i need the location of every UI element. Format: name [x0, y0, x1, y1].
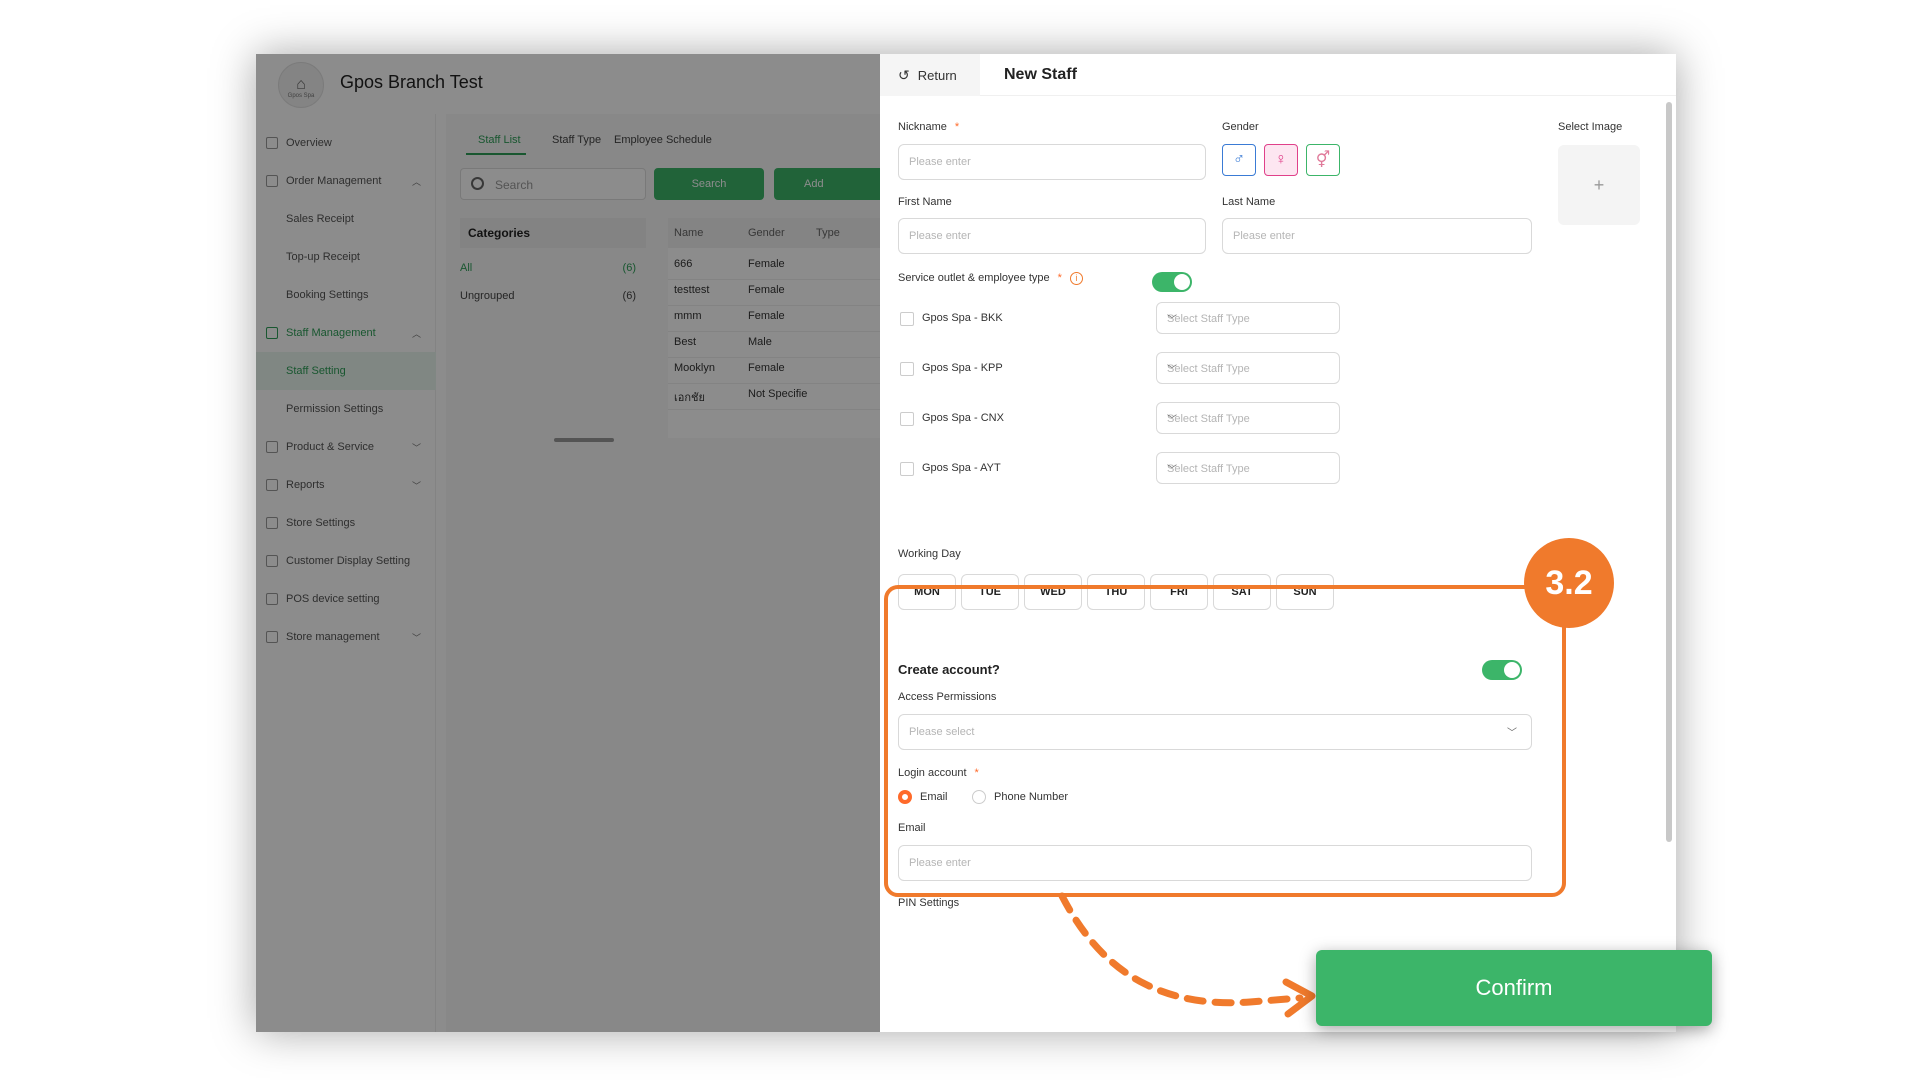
gender-label: Gender [1222, 121, 1259, 133]
first-name-input[interactable]: Please enter [898, 218, 1206, 254]
last-name-input[interactable]: Please enter [1222, 218, 1532, 254]
drawer-scrollbar[interactable] [1666, 102, 1672, 842]
staff-type-select-cnx[interactable]: Select Staff Type ﹀ [1156, 402, 1340, 434]
outlet-row-ayt: Gpos Spa - AYT Select Staff Type ﹀ [900, 452, 1340, 484]
required-mark: * [954, 121, 960, 133]
tutorial-stage: ⌂ Gpos Spa Gpos Branch Test Overview Ord… [0, 0, 1920, 1080]
staff-list-page: ⌂ Gpos Spa Gpos Branch Test Overview Ord… [256, 54, 880, 1032]
nickname-label: Nickname * [898, 121, 960, 133]
step-highlight-frame [884, 585, 1566, 897]
gender-neutral-icon: ⚥ [1315, 152, 1331, 169]
nickname-input[interactable]: Please enter [898, 144, 1206, 180]
outlet-row-cnx: Gpos Spa - CNX Select Staff Type ﹀ [900, 402, 1340, 434]
not-specified-gender-button[interactable]: ⚥ [1306, 144, 1340, 176]
outlet-row-bkk: Gpos Spa - BKK Select Staff Type ﹀ [900, 302, 1340, 334]
outlet-checkbox-bkk[interactable] [900, 312, 914, 326]
select-image-upload[interactable]: + [1558, 145, 1640, 225]
drawer-header: ↺ Return New Staff [880, 54, 1676, 96]
outlet-checkbox-cnx[interactable] [900, 412, 914, 426]
pin-settings-label: PIN Settings [898, 897, 960, 909]
female-icon: ♀ [1275, 151, 1287, 168]
service-outlet-label: Service outlet & employee type * i [898, 272, 1083, 285]
service-outlet-toggle[interactable] [1152, 272, 1192, 292]
info-icon: i [1069, 272, 1083, 285]
staff-type-select-bkk[interactable]: Select Staff Type ﹀ [1156, 302, 1340, 334]
chevron-down-icon: ﹀ [1167, 315, 1177, 326]
confirm-button[interactable]: Confirm [1316, 950, 1712, 1026]
modal-backdrop[interactable] [256, 54, 880, 1032]
plus-icon: + [1593, 174, 1605, 195]
chevron-down-icon: ﹀ [1167, 415, 1177, 426]
first-name-label: First Name [898, 196, 952, 208]
female-gender-button[interactable]: ♀ [1264, 144, 1298, 176]
male-icon: ♂ [1233, 151, 1245, 168]
required-mark: * [1057, 272, 1062, 284]
outlet-checkbox-ayt[interactable] [900, 462, 914, 476]
staff-type-select-ayt[interactable]: Select Staff Type ﹀ [1156, 452, 1340, 484]
male-gender-button[interactable]: ♂ [1222, 144, 1256, 176]
last-name-label: Last Name [1222, 196, 1276, 208]
staff-type-select-kpp[interactable]: Select Staff Type ﹀ [1156, 352, 1340, 384]
return-button[interactable]: ↺ Return [880, 54, 980, 96]
outlet-checkbox-kpp[interactable] [900, 362, 914, 376]
outlet-row-kpp: Gpos Spa - KPP Select Staff Type ﹀ [900, 352, 1340, 384]
dashed-arrow-icon [1058, 892, 1316, 1018]
select-image-label: Select Image [1558, 121, 1623, 133]
return-icon: ↺ [898, 66, 910, 83]
return-label: Return [917, 67, 957, 83]
chevron-down-icon: ﹀ [1167, 465, 1177, 476]
working-day-label: Working Day [898, 548, 961, 560]
chevron-down-icon: ﹀ [1167, 365, 1177, 376]
step-badge: 3.2 [1524, 538, 1614, 628]
drawer-title: New Staff [1004, 66, 1077, 83]
